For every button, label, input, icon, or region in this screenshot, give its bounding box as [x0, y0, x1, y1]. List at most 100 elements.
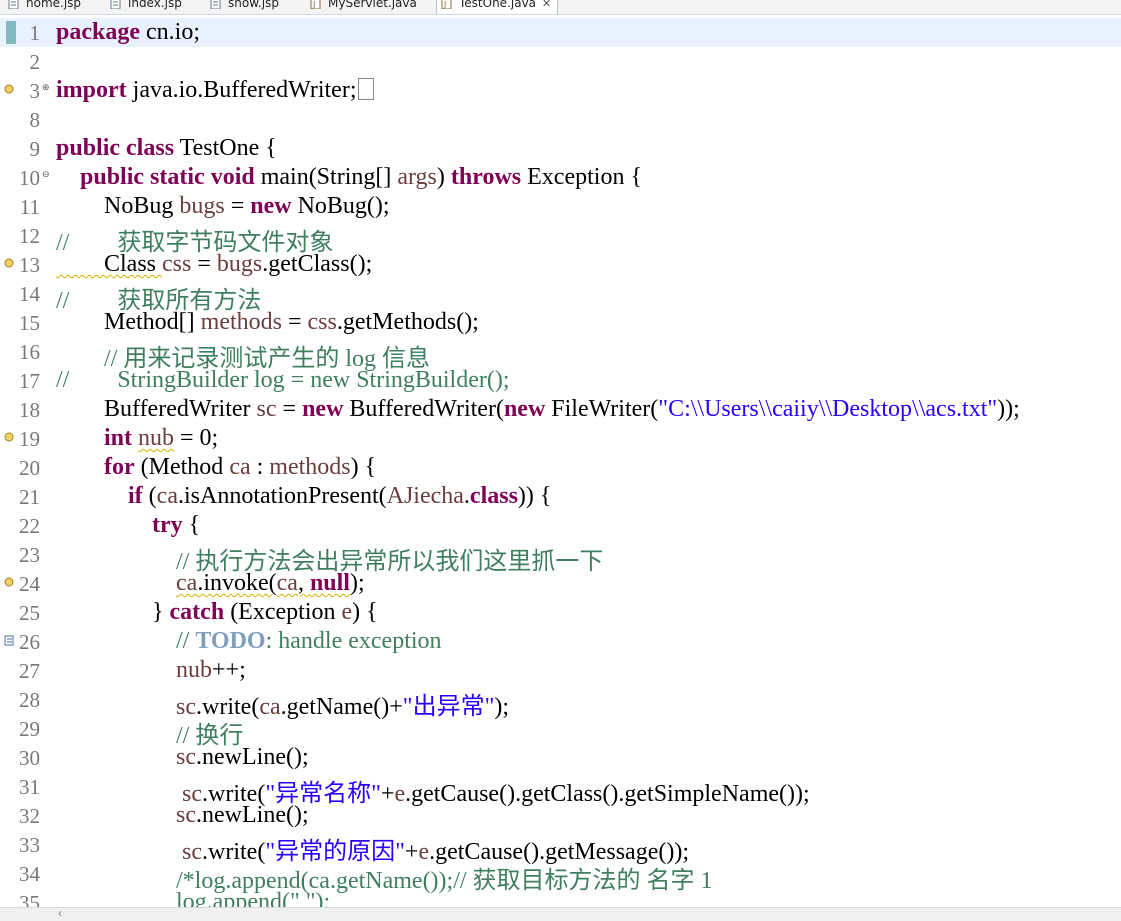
code-line[interactable]: 35 log.append(" "); — [0, 888, 1121, 907]
line-number: 10 — [19, 166, 40, 190]
comment: : handle exception — [265, 628, 442, 654]
string-literal: "C:\\Users\\caiiy\\Desktop\\acs.txt" — [658, 396, 998, 422]
keyword: int — [104, 425, 133, 451]
code-line[interactable]: 8 — [0, 105, 1121, 134]
code-line[interactable]: 33 sc.write("异常的原因"+e.getCause().getMess… — [0, 830, 1121, 865]
tab-testone-java[interactable]: J TestOne.java ✕ — [436, 0, 559, 14]
code-line[interactable]: 1 package cn.io; — [0, 18, 1121, 47]
code-line[interactable]: 22 try { — [0, 511, 1121, 540]
code-line[interactable]: 13 Class css = bugs.getClass(); — [0, 250, 1121, 279]
code-text: .newLine(); — [196, 744, 309, 770]
comment: // StringBuilder log = new StringBuilder… — [56, 367, 510, 393]
code-line[interactable]: 15 Method[] methods = css.getMethods(); — [0, 308, 1121, 337]
code-line[interactable]: 10 ⊖ public static void main(String[] ar… — [0, 163, 1121, 192]
tab-index-jsp[interactable]: index.jsp — [110, 0, 182, 14]
code-line[interactable]: 11 NoBug bugs = new NoBug(); — [0, 192, 1121, 221]
code-line[interactable]: 2 — [0, 47, 1121, 76]
tab-label: show.jsp — [228, 0, 279, 10]
keyword: class — [126, 135, 175, 161]
code-editor[interactable]: 1 package cn.io; 2 3 ⊕ import java.io.Bu… — [0, 15, 1121, 907]
code-line[interactable]: 30 sc.newLine(); — [0, 743, 1121, 772]
expand-fold-icon[interactable]: ⊕ — [42, 82, 50, 93]
code-line[interactable]: 26 // TODO: handle exception — [0, 627, 1121, 656]
code-line[interactable]: 25 } catch (Exception e) { — [0, 598, 1121, 627]
tab-label: index.jsp — [128, 0, 182, 10]
comment: // — [56, 628, 196, 654]
code-line[interactable]: 19 int nub = 0; — [0, 424, 1121, 453]
code-line[interactable]: 20 for (Method ca : methods) { — [0, 453, 1121, 482]
keyword: try — [152, 512, 183, 538]
code-line[interactable]: 21 if (ca.isAnnotationPresent(AJiecha.cl… — [0, 482, 1121, 511]
code-line[interactable]: 27 nub++; — [0, 656, 1121, 685]
code-text: = — [281, 309, 308, 335]
type-name: AJiecha — [386, 483, 464, 509]
code-text: .getMethods(); — [336, 309, 479, 335]
line-number: 27 — [19, 659, 40, 683]
code-line[interactable]: 3 ⊕ import java.io.BufferedWriter; — [0, 76, 1121, 105]
jsp-file-icon — [8, 0, 20, 10]
tab-myservlet-java[interactable]: J MyServlet.java — [310, 0, 417, 14]
svg-text:J: J — [443, 0, 446, 9]
code-text: ++; — [212, 657, 246, 683]
variable: ca — [276, 570, 298, 596]
code-line[interactable]: 16 // 用来记录测试产生的 log 信息 — [0, 337, 1121, 372]
tab-show-jsp[interactable]: show.jsp — [210, 0, 279, 14]
code-line[interactable]: 14 // 获取所有方法 — [0, 279, 1121, 314]
scroll-left-icon[interactable]: ‹ — [58, 906, 62, 920]
code-line[interactable]: 18 BufferedWriter sc = new BufferedWrite… — [0, 395, 1121, 424]
code-text: BufferedWriter( — [343, 396, 504, 422]
code-text: ); — [349, 570, 365, 596]
code-text: = — [224, 193, 251, 219]
line-number: 28 — [19, 688, 40, 712]
code-line[interactable]: 17 // StringBuilder log = new StringBuil… — [0, 366, 1121, 395]
code-text: .isAnnotationPresent( — [177, 483, 387, 509]
variable: args — [397, 164, 437, 190]
code-line[interactable]: 28 sc.write(ca.getName()+"出异常"); — [0, 685, 1121, 720]
line-number: 2 — [29, 50, 41, 74]
code-line[interactable]: 31 sc.write("异常名称"+e.getCause().getClass… — [0, 772, 1121, 807]
variable: e — [341, 599, 353, 625]
code-text: , — [297, 570, 310, 596]
variable: methods — [200, 309, 282, 335]
code-text: BufferedWriter — [56, 396, 257, 422]
line-number: 22 — [19, 514, 40, 538]
line-number: 1 — [29, 21, 41, 45]
code-line[interactable]: 23 // 执行方法会出异常所以我们这里抓一下 — [0, 540, 1121, 575]
variable: bugs — [179, 193, 225, 219]
jsp-file-icon — [110, 0, 122, 10]
code-line[interactable]: 29 // 换行 — [0, 714, 1121, 749]
comment: log.append(" "); — [56, 889, 331, 907]
keyword: new — [250, 193, 292, 219]
code-text: ( — [142, 483, 157, 509]
collapse-fold-icon[interactable]: ⊖ — [42, 169, 50, 180]
line-number: 17 — [19, 369, 40, 393]
code-text: (Exception — [224, 599, 342, 625]
line-number: 33 — [19, 833, 40, 857]
code-text: .newLine(); — [196, 802, 309, 828]
code-line[interactable]: 24 ca.invoke(ca, null); — [0, 569, 1121, 598]
horizontal-scrollbar[interactable]: ‹ — [0, 906, 1121, 921]
line-number: 25 — [19, 601, 40, 625]
code-text: : — [250, 454, 270, 480]
line-number: 24 — [19, 572, 40, 596]
keyword: catch — [169, 599, 225, 625]
line-number: 32 — [19, 804, 40, 828]
java-file-icon: J — [441, 0, 453, 10]
code-line[interactable]: 32 sc.newLine(); — [0, 801, 1121, 830]
code-line[interactable]: 12 // 获取字节码文件对象 — [0, 221, 1121, 256]
tab-home-jsp[interactable]: home.jsp — [8, 0, 81, 14]
code-text: .getClass(); — [262, 251, 373, 277]
line-number: 9 — [29, 137, 41, 161]
variable: sc — [256, 396, 277, 422]
line-number: 11 — [19, 195, 40, 219]
close-icon[interactable]: ✕ — [542, 0, 551, 10]
line-number: 19 — [19, 427, 40, 451]
code-text: .invoke( — [197, 570, 277, 596]
folded-imports-icon[interactable] — [358, 78, 375, 100]
code-line[interactable]: 34 /*log.append(ca.getName());// 获取目标方法的… — [0, 859, 1121, 894]
code-line[interactable]: 9 public class TestOne { — [0, 134, 1121, 163]
